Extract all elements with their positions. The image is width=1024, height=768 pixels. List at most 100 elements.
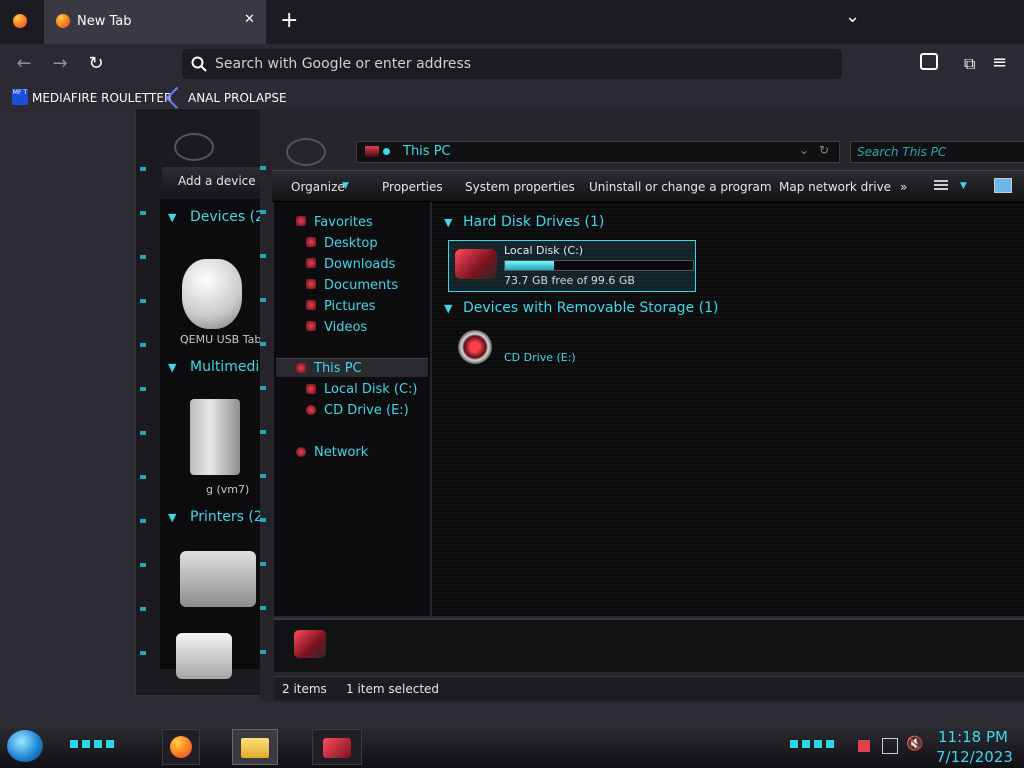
nav-cd-drive[interactable]: CD Drive (E:) xyxy=(324,403,409,418)
cd-drive-label[interactable]: CD Drive (E:) xyxy=(504,351,576,364)
pocket-icon[interactable] xyxy=(920,53,938,70)
window-border-decoration xyxy=(140,149,146,669)
bookmark-second[interactable]: ANAL PROLAPSE xyxy=(188,91,287,105)
address-text: This PC xyxy=(403,144,451,159)
clock-date[interactable]: 7/12/2023 xyxy=(936,748,1013,766)
documents-icon xyxy=(306,279,316,289)
nav-local-disk[interactable]: Local Disk (C:) xyxy=(324,382,417,397)
system-properties-button[interactable]: System properties xyxy=(465,180,575,194)
status-bar: 2 items 1 item selected xyxy=(274,676,1024,701)
organize-button[interactable]: Organize xyxy=(291,180,345,194)
local-disk-tile[interactable]: Local Disk (C:) 73.7 GB free of 99.6 GB xyxy=(448,240,696,292)
chevron-down-icon[interactable]: ▼ xyxy=(342,181,349,191)
videos-icon xyxy=(306,321,316,331)
folder-icon xyxy=(241,738,269,758)
uninstall-program-button[interactable]: Uninstall or change a program xyxy=(589,180,772,194)
star-icon xyxy=(296,216,306,226)
explorer-search-input[interactable]: Search This PC xyxy=(850,141,1024,163)
media-device-icon[interactable] xyxy=(190,399,240,475)
firefox-icon xyxy=(170,736,192,758)
network-icon xyxy=(296,447,306,457)
explorer-window[interactable]: This PC ⌄ ↻ Search This PC Organize ▼ Pr… xyxy=(260,108,1024,702)
taskbar-decoration xyxy=(790,740,834,748)
nav-documents[interactable]: Documents xyxy=(324,278,398,293)
drive-taskbar-button[interactable] xyxy=(312,729,362,765)
firefox-view-icon[interactable] xyxy=(13,14,27,28)
chevron-down-icon: ▼ xyxy=(168,511,177,524)
group-removable-storage[interactable]: Devices with Removable Storage (1) xyxy=(463,300,718,316)
menu-icon[interactable]: ≡ xyxy=(992,52,1007,73)
pictures-icon xyxy=(306,300,316,310)
list-all-tabs-icon[interactable]: ⌄ xyxy=(845,6,860,27)
start-button[interactable] xyxy=(7,730,43,762)
pc-icon xyxy=(296,363,306,373)
nav-network[interactable]: Network xyxy=(314,445,368,460)
map-network-drive-button[interactable]: Map network drive xyxy=(779,180,891,194)
desktop-icon xyxy=(306,237,316,247)
clock-time[interactable]: 11:18 PM xyxy=(938,728,1008,746)
volume-muted-icon[interactable]: 🔇 xyxy=(906,736,923,752)
devices-list: ▼ Devices (2) QEMU USB Tab ▼ Multimedia … xyxy=(160,199,269,669)
new-tab-button[interactable]: + xyxy=(280,8,298,33)
nav-this-pc[interactable]: This PC xyxy=(314,361,362,376)
window-border-decoration xyxy=(260,148,266,688)
action-center-flag-icon[interactable] xyxy=(858,740,870,752)
add-device-button[interactable]: Add a device xyxy=(162,167,260,195)
chevron-down-icon[interactable]: ▼ xyxy=(960,181,967,191)
view-options-icon[interactable] xyxy=(934,180,948,192)
camera-device-icon xyxy=(176,633,232,679)
command-bar: Organize ▼ Properties System properties … xyxy=(272,170,1024,202)
devices-window[interactable]: Add a device ▼ Devices (2) QEMU USB Tab … xyxy=(135,108,269,696)
network-status-icon[interactable] xyxy=(882,738,898,754)
firefox-taskbar-button[interactable] xyxy=(162,729,200,765)
drive-free-space: 73.7 GB free of 99.6 GB xyxy=(504,274,635,287)
nav-desktop[interactable]: Desktop xyxy=(324,236,378,251)
file-explorer-taskbar-button[interactable] xyxy=(232,729,278,765)
disk-usage-fill xyxy=(505,261,554,270)
taskbar-decoration xyxy=(70,740,114,748)
reload-icon[interactable]: ↻ xyxy=(84,52,108,76)
address-dropdown-icon[interactable]: ⌄ xyxy=(799,143,809,157)
refresh-icon[interactable]: ↻ xyxy=(819,143,829,157)
item-count: 2 items xyxy=(282,682,327,696)
cd-drive-icon[interactable] xyxy=(458,330,492,364)
fax-printer-icon[interactable] xyxy=(180,551,256,607)
tab-new-tab[interactable]: New Tab ✕ xyxy=(44,0,266,44)
taskbar: 🔇 11:18 PM 7/12/2023 xyxy=(0,724,1024,768)
mediafire-bookmark-icon: MF T xyxy=(12,89,28,105)
bookmark-mediafire[interactable]: MEDIAFIRE ROULETTER xyxy=(32,91,172,105)
group-hard-disk-drives[interactable]: Hard Disk Drives (1) xyxy=(463,214,604,230)
breadcrumb-dot-icon xyxy=(383,148,390,155)
browser-tab-bar: New Tab ✕ + ⌄ xyxy=(0,0,1024,44)
hard-drive-icon xyxy=(323,738,351,758)
back-window-emblem xyxy=(174,133,214,161)
navigation-pane: Favorites Desktop Downloads Documents Pi… xyxy=(274,202,430,616)
nav-videos[interactable]: Videos xyxy=(324,320,367,335)
device-label-qemu: QEMU USB Tab xyxy=(180,333,262,346)
nav-downloads[interactable]: Downloads xyxy=(324,257,395,272)
details-pane xyxy=(274,618,1024,672)
extensions-icon[interactable]: ⧉ xyxy=(964,54,975,74)
mouse-device-icon[interactable] xyxy=(182,259,242,329)
group-multimedia[interactable]: Multimedia xyxy=(190,359,268,375)
nav-pictures[interactable]: Pictures xyxy=(324,299,375,314)
back-icon[interactable]: ← xyxy=(12,52,36,76)
group-devices[interactable]: Devices (2) xyxy=(190,209,269,225)
nav-favorites[interactable]: Favorites xyxy=(314,215,373,230)
chevron-down-icon[interactable]: ▼ xyxy=(444,302,452,315)
group-printers[interactable]: Printers (2) xyxy=(190,509,268,525)
forward-icon[interactable]: → xyxy=(48,52,72,76)
search-icon xyxy=(191,56,207,72)
address-breadcrumb[interactable]: This PC ⌄ ↻ xyxy=(356,141,840,163)
hard-drive-icon xyxy=(455,249,497,279)
device-label-vm7: g (vm7) xyxy=(206,483,250,496)
more-commands-button[interactable]: » xyxy=(900,180,907,194)
chevron-down-icon[interactable]: ▼ xyxy=(444,216,452,229)
properties-button[interactable]: Properties xyxy=(382,180,443,194)
preview-pane-icon[interactable] xyxy=(994,178,1012,193)
selection-count: 1 item selected xyxy=(346,682,440,696)
content-pane: ▼ Hard Disk Drives (1) Local Disk (C:) 7… xyxy=(432,202,1024,616)
address-bar[interactable]: Search with Google or enter address xyxy=(182,49,842,79)
hard-drive-icon xyxy=(306,384,316,394)
close-tab-icon[interactable]: ✕ xyxy=(244,12,255,27)
